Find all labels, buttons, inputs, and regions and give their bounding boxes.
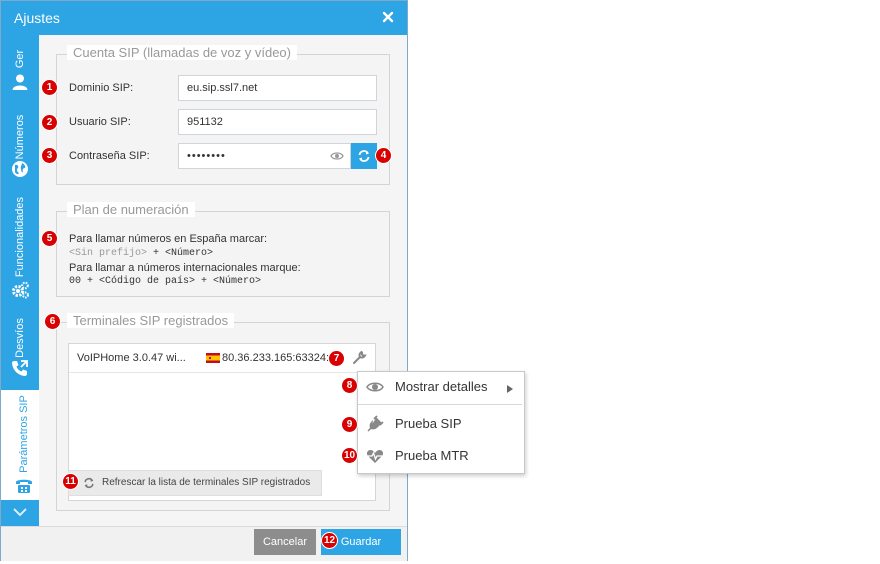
menu-item-sip-test-label: Prueba SIP [395,416,462,431]
gears-icon [11,281,29,299]
callout-badge: 12 [322,533,337,548]
cancel-button[interactable]: Cancelar [254,529,316,555]
refresh-terminals-button[interactable]: Refrescar la lista de terminales SIP reg… [68,470,322,496]
callout-badge: 1 [42,80,57,95]
callout-badge: 5 [42,231,57,246]
sip-password-field[interactable]: •••••••• [178,143,351,169]
caret-right-icon [506,382,514,393]
menu-item-show-details[interactable]: Mostrar detalles [358,375,522,399]
numbering-plan-legend: Plan de numeración [67,202,195,217]
terminal-client: VoIPHome 3.0.47 wi... [77,352,186,364]
tab-numbers[interactable]: Números [1,101,39,181]
callout-badge: 9 [342,417,357,432]
no-prefix-text: <Sin prefijo> [69,248,148,259]
terminals-list: VoIPHome 3.0.47 wi... 80.36.233.165:6332… [68,343,376,501]
callout-badge: 6 [45,314,60,329]
callout-badge: 4 [376,148,391,163]
close-icon[interactable] [381,10,395,24]
refresh-terminals-label: Refrescar la lista de terminales SIP reg… [102,477,311,488]
dialog-footer: Cancelar Guardar [1,526,407,561]
tab-numbers-label: Números [14,114,26,160]
sip-domain-field[interactable]: eu.sip.ssl7.net [178,75,377,101]
tab-forwarding-label: Desvíos [14,318,26,358]
tab-features-label: Funcionalidades [14,196,26,278]
tab-sip-parameters-label: Parámetros SIP [18,395,30,473]
sip-user-field[interactable]: 951132 [178,109,377,135]
number-suffix-text: + <Número> [147,248,214,259]
refresh-icon [83,477,95,489]
plug-icon [366,415,384,433]
tab-general[interactable]: Ger [1,35,39,95]
dialog-titlebar: Ajustes [1,1,407,35]
tab-forwarding[interactable]: Desvíos [1,309,39,383]
terminal-context-menu: Mostrar detalles Prueba SIP Prueba MTR [357,371,525,474]
menu-item-mtr-test-label: Prueba MTR [395,448,469,463]
terminal-address: 80.36.233.165:63324:... [222,352,339,364]
phone-icon [15,476,33,494]
regenerate-password-button[interactable] [351,143,377,169]
menu-item-mtr-test[interactable]: Prueba MTR [358,444,522,468]
numbering-plan-line-2: <Sin prefijo> + <Número> [69,248,213,259]
callout-badge: 11 [63,474,78,489]
refresh-icon [357,149,371,163]
tab-sip-parameters[interactable]: Parámetros SIP [1,390,39,500]
menu-item-sip-test[interactable]: Prueba SIP [358,412,522,436]
tab-general-label: Ger [14,49,26,69]
tab-features[interactable]: Funcionalidades [1,187,39,303]
spain-flag-icon [206,353,220,363]
sip-user-label: Usuario SIP: [69,116,131,128]
callout-badge: 3 [42,148,57,163]
settings-sidebar: Ger Números Funcionalidades Desvíos Pará… [1,35,39,526]
wrench-icon[interactable] [352,350,367,365]
menu-divider [358,404,522,405]
eye-icon [366,378,384,396]
callout-badge: 7 [329,351,344,366]
sip-domain-label: Dominio SIP: [69,82,134,94]
menu-item-show-details-label: Mostrar detalles [395,379,488,394]
chevron-down-icon[interactable] [12,507,28,517]
globe-icon [11,160,29,178]
dialog-title: Ajustes [14,10,60,26]
user-icon [11,73,29,91]
heartbeat-icon [366,447,384,465]
numbering-plan-line-3: Para llamar a números internacionales ma… [69,262,301,274]
callout-badge: 2 [42,115,57,130]
numbering-plan-line-1: Para llamar números en España marcar: [69,233,268,245]
numbering-plan-line-4: 00 + <Código de país> + <Número> [69,276,262,287]
eye-icon[interactable] [330,150,344,162]
sip-account-legend: Cuenta SIP (llamadas de voz y vídeo) [67,45,297,60]
phone-forward-icon [11,359,29,377]
sip-password-label: Contraseña SIP: [69,150,150,162]
registered-terminals-legend: Terminales SIP registrados [67,313,235,328]
callout-badge: 10 [342,448,357,463]
settings-dialog: Ajustes Ger Números Funcionalidades Desv… [0,0,408,561]
callout-badge: 8 [342,378,357,393]
